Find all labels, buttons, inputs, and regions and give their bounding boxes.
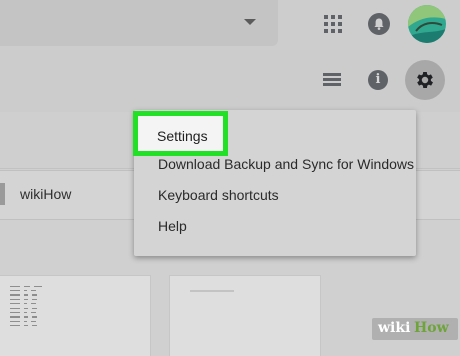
watermark-prefix: wiki (378, 320, 411, 336)
settings-gear-button[interactable] (405, 60, 445, 100)
file-row-marker (0, 183, 5, 205)
spreadsheet-preview (10, 284, 50, 328)
menu-item-help[interactable]: Help (158, 218, 187, 234)
info-icon[interactable]: i (368, 70, 388, 90)
gear-icon (417, 72, 433, 88)
list-view-icon[interactable] (323, 73, 341, 87)
file-thumbnail-spreadsheet[interactable] (0, 276, 150, 356)
wikihow-watermark: wiki How (372, 318, 458, 340)
search-box[interactable] (0, 0, 278, 46)
avatar[interactable] (408, 5, 446, 43)
file-thumbnail-document[interactable] (170, 276, 320, 356)
document-preview-line (190, 290, 234, 292)
toolbar (0, 50, 460, 113)
watermark-suffix: How (414, 320, 449, 336)
bell-icon[interactable] (368, 13, 390, 35)
caret-down-icon[interactable] (244, 19, 256, 25)
menu-item-keyboard-shortcuts[interactable]: Keyboard shortcuts (158, 187, 279, 203)
menu-item-settings-label: Settings (157, 128, 208, 144)
menu-item-download-backup-and-sync[interactable]: Download Backup and Sync for Windows (158, 156, 414, 172)
apps-grid-icon[interactable] (324, 15, 342, 33)
menu-item-settings[interactable]: Settings (133, 111, 228, 156)
file-row-name: wikiHow (20, 186, 72, 202)
